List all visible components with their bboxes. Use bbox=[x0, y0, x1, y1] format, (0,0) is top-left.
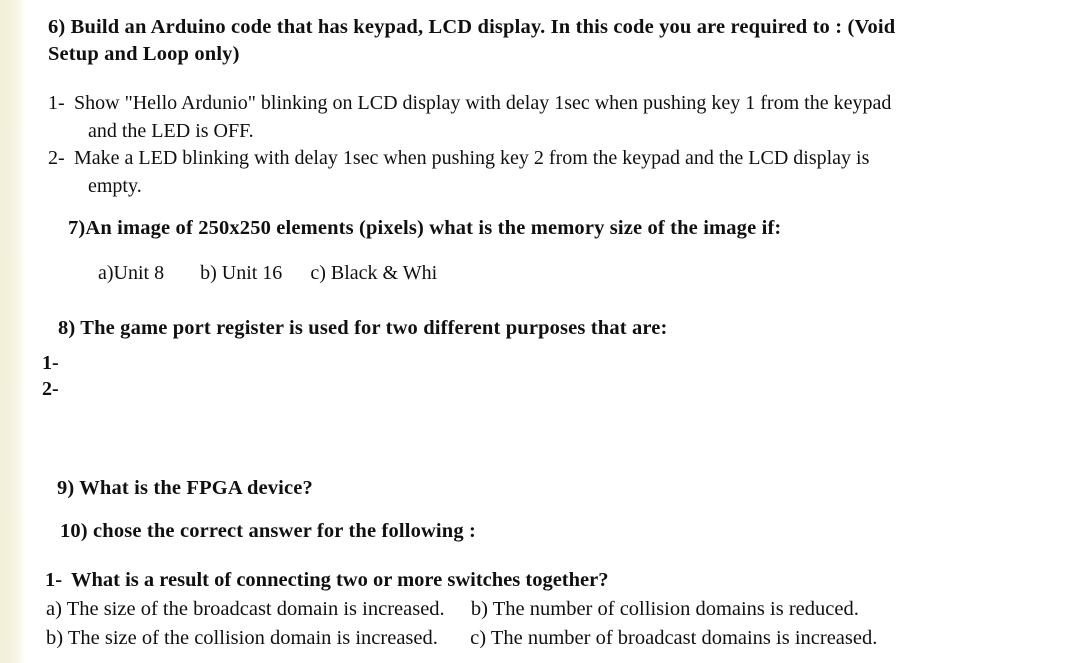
answer-b-right[interactable]: b) The number of collision domains is re… bbox=[471, 598, 859, 620]
question-6-item-2-line-2: empty. bbox=[88, 174, 142, 197]
answer-b-right-text: The number of collision domains is reduc… bbox=[492, 598, 859, 620]
answer-b-left-label: b) bbox=[46, 627, 64, 649]
question-6-item-2-number: 2- bbox=[48, 147, 65, 169]
question-6-line-2: Setup and Loop only) bbox=[48, 43, 240, 65]
question-6-line-1: 6) Build an Arduino code that has keypad… bbox=[48, 16, 896, 38]
question-10-answer-row-2: b) The size of the collision domain is i… bbox=[46, 624, 1056, 653]
question-8-blank-2-number: 2- bbox=[42, 378, 59, 400]
answer-b-left[interactable]: b) The size of the collision domain is i… bbox=[46, 627, 443, 649]
question-10-sub-1: 1- What is a result of connecting two or … bbox=[45, 566, 1045, 595]
question-7-option-a[interactable]: a)Unit 8 bbox=[98, 262, 164, 284]
question-6-item-1-line-2: and the LED is OFF. bbox=[88, 119, 254, 142]
question-6-item-2: 2- Make a LED blinking with delay 1sec wh… bbox=[48, 145, 1038, 200]
answer-b-left-text: The size of the collision domain is incr… bbox=[67, 627, 438, 649]
question-9-prompt: 9) What is the FPGA device? bbox=[57, 477, 313, 499]
question-7-option-b[interactable]: b) Unit 16 bbox=[200, 262, 282, 284]
answer-c-right-text: The number of broadcast domains is incre… bbox=[490, 627, 878, 649]
question-6-heading: 6) Build an Arduino code that has keypad… bbox=[48, 14, 1048, 68]
question-6-item-2-line-1: Make a LED blinking with delay 1sec when… bbox=[74, 147, 870, 169]
page-edge-strip bbox=[0, 0, 26, 663]
question-7-prompt: 7)An image of 250x250 elements (pixels) … bbox=[68, 217, 782, 239]
question-10-answer-row-1: a) The size of the broadcast domain is i… bbox=[46, 595, 1056, 624]
question-10-sub-1-prompt: What is a result of connecting two or mo… bbox=[71, 569, 609, 591]
question-8-blank-1-number: 1- bbox=[42, 352, 59, 374]
question-7-options: a)Unit 8 b) Unit 16 c) Black & Whi bbox=[98, 260, 898, 287]
question-10-sub-1-number: 1- bbox=[45, 569, 63, 591]
answer-c-right[interactable]: c) The number of broadcast domains is in… bbox=[470, 627, 877, 649]
answer-b-right-label: b) bbox=[470, 598, 488, 620]
answer-a-left[interactable]: a) The size of the broadcast domain is i… bbox=[46, 598, 450, 620]
question-6-item-1-line-1: Show "Hello Ardunio" blinking on LCD dis… bbox=[74, 92, 892, 114]
question-10-prompt: 10) chose the correct answer for the fol… bbox=[60, 520, 476, 542]
answer-a-left-label: a) bbox=[46, 598, 62, 620]
question-7-option-c[interactable]: c) Black & Whi bbox=[310, 262, 437, 284]
answer-c-right-label: c) bbox=[470, 627, 487, 649]
document-page: 6) Build an Arduino code that has keypad… bbox=[0, 0, 1066, 663]
question-8-prompt: 8) The game port register is used for tw… bbox=[58, 317, 668, 339]
answer-a-left-text: The size of the broadcast domain is incr… bbox=[66, 598, 445, 620]
question-6-item-1-number: 1- bbox=[48, 92, 65, 114]
question-6-item-1: 1- Show "Hello Ardunio" blinking on LCD d… bbox=[48, 90, 1038, 145]
